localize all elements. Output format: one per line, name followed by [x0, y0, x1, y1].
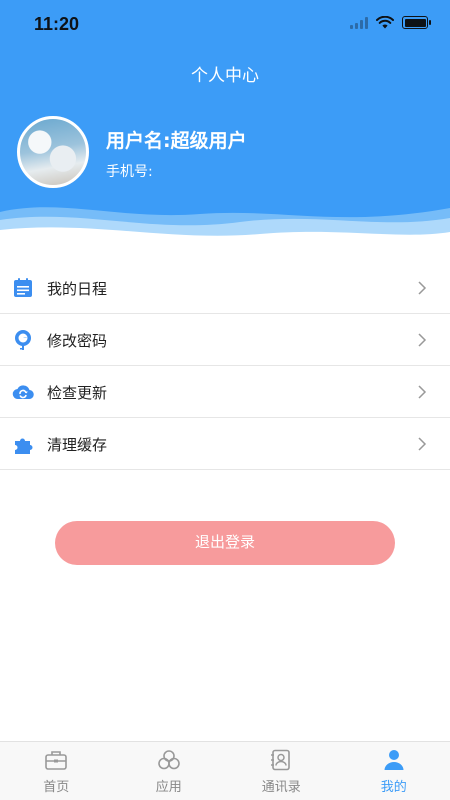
status-bar: 11:20: [0, 0, 450, 52]
calendar-icon: [14, 278, 32, 297]
tab-apps[interactable]: 应用: [113, 742, 226, 800]
username: 用户名:超级用户: [106, 130, 247, 152]
key-icon: [15, 330, 31, 350]
cellular-signal-icon: [350, 16, 368, 29]
briefcase-icon: [45, 751, 68, 770]
bottom-tab-bar: 首页 应用 通讯录 我的: [0, 741, 450, 800]
chevron-right-icon: [418, 437, 427, 451]
menu-item-label: 修改密码: [47, 332, 108, 350]
tab-label: 首页: [43, 780, 70, 795]
logout-button[interactable]: 退出登录: [55, 521, 395, 565]
tab-label: 应用: [155, 780, 182, 795]
apps-icon: [157, 750, 180, 770]
menu-item-check-update[interactable]: 检查更新: [0, 366, 450, 418]
phone-label: 手机号:: [106, 164, 153, 180]
menu-item-label: 清理缓存: [47, 436, 108, 454]
chevron-right-icon: [418, 385, 427, 399]
wifi-icon: [376, 16, 394, 29]
wave-decoration: [0, 207, 450, 245]
contacts-icon: [271, 749, 291, 771]
menu-item-schedule[interactable]: 我的日程: [0, 262, 450, 314]
status-time: 11:20: [34, 14, 80, 34]
menu-item-clear-cache[interactable]: 清理缓存: [0, 418, 450, 470]
tab-label: 我的: [380, 780, 407, 795]
tab-mine[interactable]: 我的: [338, 742, 450, 800]
tab-home[interactable]: 首页: [0, 742, 113, 800]
menu-item-change-password[interactable]: 修改密码: [0, 314, 450, 366]
page-title: 个人中心: [191, 66, 259, 86]
menu-item-label: 我的日程: [47, 280, 108, 298]
cloud-refresh-icon: [12, 385, 34, 400]
avatar[interactable]: [17, 116, 89, 188]
tab-contacts[interactable]: 通讯录: [225, 742, 338, 800]
tab-label: 通讯录: [261, 780, 301, 795]
battery-icon: [402, 16, 431, 29]
profile-header: 11:20 个人中心 用户名:超级用户 手机号:: [0, 0, 450, 245]
chevron-right-icon: [418, 333, 427, 347]
menu-item-label: 检查更新: [47, 384, 108, 402]
status-icons: [350, 16, 431, 29]
person-icon: [384, 750, 404, 770]
settings-menu: 我的日程 修改密码 检查更新 清理缓存: [0, 262, 450, 470]
puzzle-icon: [15, 438, 33, 454]
chevron-right-icon: [418, 281, 427, 295]
